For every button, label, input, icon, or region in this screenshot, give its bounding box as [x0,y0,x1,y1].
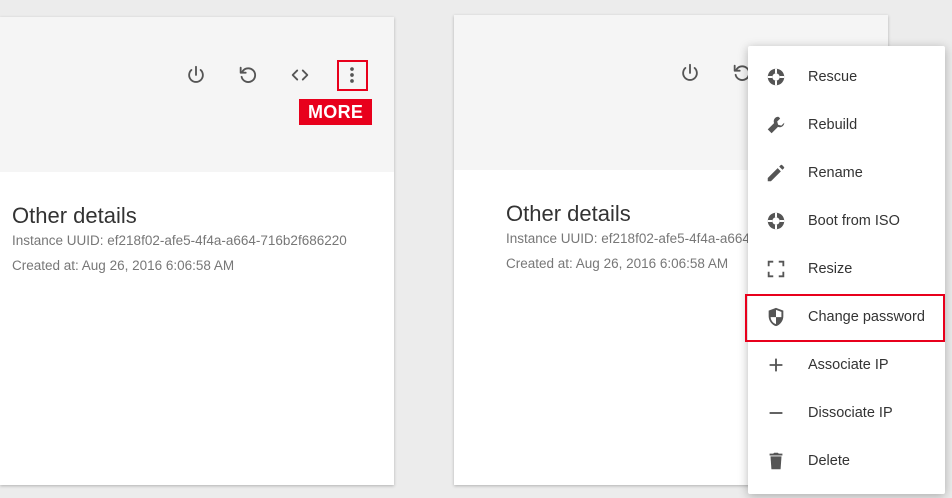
minus-icon [764,401,788,425]
menu-item-dissociate-ip[interactable]: Dissociate IP [748,389,945,437]
menu-item-rename[interactable]: Rename [748,149,945,197]
trash-icon [764,449,788,473]
disc-icon [764,209,788,233]
menu-item-label: Change password [808,309,925,325]
power-button[interactable] [677,60,703,86]
lifebuoy-icon [764,65,788,89]
menu-item-rebuild[interactable]: Rebuild [748,101,945,149]
menu-item-label: Rescue [808,69,858,85]
menu-item-associate-ip[interactable]: Associate IP [748,341,945,389]
plus-icon [764,353,788,377]
menu-item-delete[interactable]: Delete [748,437,945,485]
wrench-icon [764,113,788,137]
menu-item-label: Delete [808,453,850,469]
menu-item-label: Resize [808,261,853,277]
console-button[interactable] [287,62,313,88]
menu-item-change-password[interactable]: Change password [748,293,945,341]
card-header: MORE [0,17,394,172]
instance-card-left: MORE Other details Instance UUID: ef218f… [0,17,394,485]
menu-item-rescue[interactable]: Rescue [748,53,945,101]
power-button[interactable] [183,62,209,88]
menu-item-label: Boot from ISO [808,213,900,229]
created-at: Created at: Aug 26, 2016 6:06:58 AM [506,256,729,271]
menu-item-resize[interactable]: Resize [748,245,945,293]
menu-item-label: Rebuild [808,117,858,133]
more-highlight-box [337,60,368,91]
power-icon [188,65,204,83]
resize-icon [764,257,788,281]
menu-item-boot-from-iso[interactable]: Boot from ISO [748,197,945,245]
instance-uuid: Instance UUID: ef218f02-afe5-4f4a-a664-7… [12,233,347,248]
shield-icon [764,305,788,329]
details-title: Other details [506,201,631,226]
more-badge: MORE [299,99,373,125]
restart-icon [239,66,257,83]
pencil-icon [764,161,788,185]
menu-item-label: Dissociate IP [808,405,893,421]
menu-item-label: Rename [808,165,863,181]
restart-button[interactable] [235,62,261,88]
created-at: Created at: Aug 26, 2016 6:06:58 AM [12,258,235,273]
menu-item-label: Associate IP [808,357,889,373]
code-icon [291,69,309,81]
details-title: Other details [12,203,137,228]
power-icon [682,63,698,81]
more-actions-menu: Rescue Rebuild Rename Boot from ISO Resi… [748,46,945,494]
